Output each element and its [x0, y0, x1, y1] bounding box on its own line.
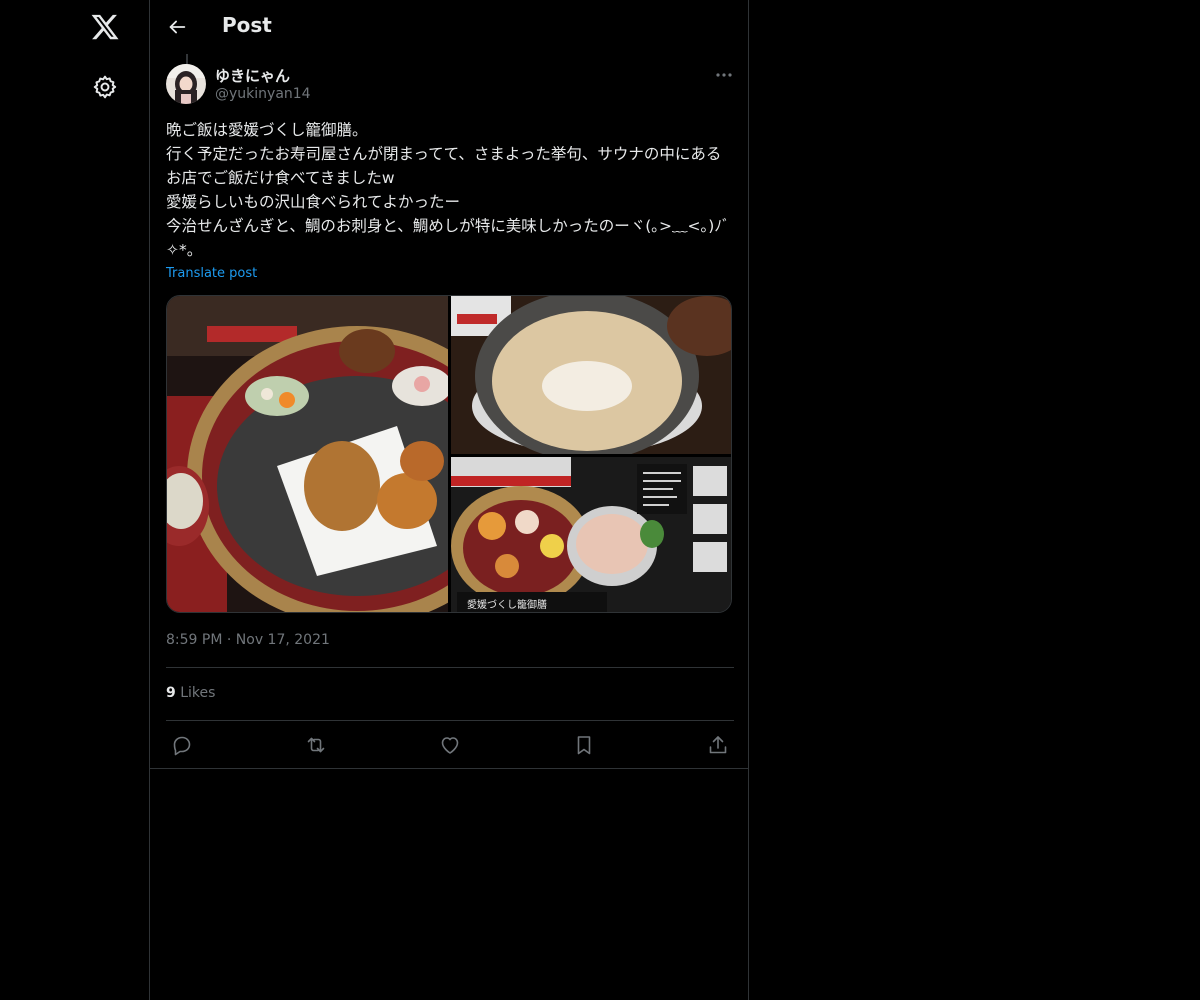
- likes-label: Likes: [180, 685, 216, 701]
- post-date[interactable]: Nov 17, 2021: [236, 632, 330, 648]
- x-logo-icon[interactable]: [90, 12, 120, 42]
- repost-icon[interactable]: [304, 733, 328, 757]
- media-caption: 愛媛づくし籠御膳: [467, 598, 547, 611]
- post-media-grid: 愛媛づくし籠御膳: [166, 295, 732, 613]
- gear-icon[interactable]: [92, 74, 118, 100]
- divider: [166, 667, 734, 668]
- heart-icon[interactable]: [438, 733, 462, 757]
- avatar[interactable]: [166, 64, 206, 104]
- photo-menu-poster[interactable]: 愛媛づくし籠御膳: [451, 457, 732, 613]
- bookmark-icon[interactable]: [572, 733, 596, 757]
- translate-post-link[interactable]: Translate post: [166, 266, 257, 281]
- author-name[interactable]: ゆきにゃん: [215, 65, 290, 86]
- timestamp-separator: ·: [226, 632, 232, 648]
- more-options-icon[interactable]: [714, 68, 734, 82]
- likes-number: 9: [166, 685, 176, 701]
- post-bottom-border: [150, 768, 748, 769]
- author-handle[interactable]: @yukinyan14: [215, 86, 311, 102]
- left-navigation: [0, 0, 150, 1000]
- page-title: Post: [222, 13, 272, 37]
- header: Post: [150, 0, 748, 54]
- post-text: 晩ご飯は愛媛づくし籠御膳。 行く予定だったお寿司屋さんが閉まってて、さまよった挙…: [166, 121, 730, 259]
- post-detail-column: Post ゆきにゃん @yukinyan14 晩ご飯は愛媛づくし籠御膳。 行く予…: [149, 0, 749, 1000]
- thread-connector: [186, 54, 188, 64]
- arrow-left-icon[interactable]: [166, 16, 188, 38]
- post-time[interactable]: 8:59 PM: [166, 632, 222, 648]
- post-actions: [166, 733, 734, 757]
- share-icon[interactable]: [706, 733, 730, 757]
- likes-count[interactable]: 9 Likes: [166, 685, 215, 701]
- post-author: ゆきにゃん @yukinyan14: [166, 64, 734, 106]
- divider: [166, 720, 734, 721]
- reply-icon[interactable]: [170, 733, 194, 757]
- post-timestamp: 8:59 PM · Nov 17, 2021: [166, 632, 330, 648]
- photo-tai-meshi[interactable]: [451, 296, 732, 461]
